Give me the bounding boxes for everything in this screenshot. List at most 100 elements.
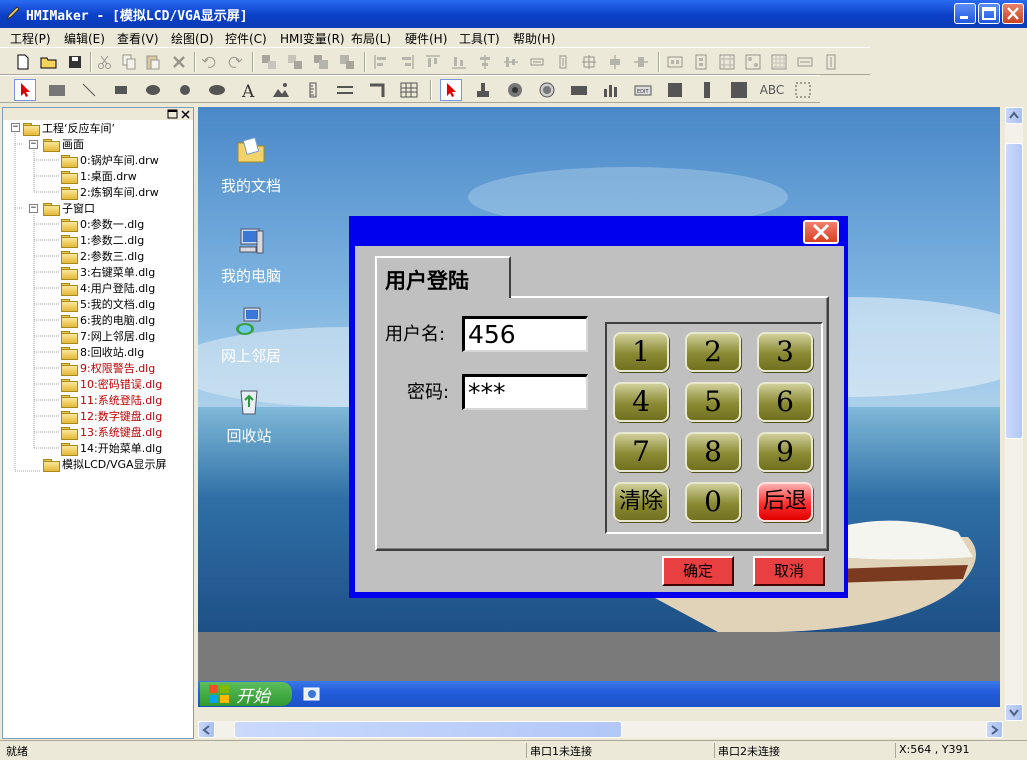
center-both-button[interactable]: [578, 51, 600, 73]
label-tool-button[interactable]: ABC: [758, 79, 786, 101]
menu-view[interactable]: 查看(V): [117, 30, 159, 47]
project-tree-panel[interactable]: − 工程‘反应车间’ − 画面 0:锅炉车间.drw 1:桌面.drw 2:炼钢…: [2, 107, 194, 739]
scroll-right-button[interactable]: [986, 721, 1003, 738]
bring-forward-button[interactable]: [310, 51, 332, 73]
fit-height-button[interactable]: [820, 51, 842, 73]
tree-collapse-root[interactable]: −: [11, 123, 20, 132]
send-back-button[interactable]: [284, 51, 306, 73]
tree-item-dlg[interactable]: 5:我的文档.dlg: [61, 296, 155, 312]
cancel-button[interactable]: 取消: [753, 556, 825, 586]
tree-item-display[interactable]: 模拟LCD/VGA显示屏: [43, 456, 167, 472]
menu-project[interactable]: 工程(P): [10, 30, 51, 47]
bar-tool-button[interactable]: [568, 79, 590, 101]
key-6[interactable]: 6: [757, 382, 813, 422]
tree-item-dlg-highlight[interactable]: 10:密码错误.dlg: [61, 376, 162, 392]
desktop-icon-documents[interactable]: 我的文档: [206, 135, 296, 196]
username-input[interactable]: 456: [462, 316, 588, 352]
menu-controls[interactable]: 控件(C): [225, 30, 267, 47]
vertical-scroll-thumb[interactable]: [1005, 143, 1023, 439]
tree-item-dlg[interactable]: 3:右键菜单.dlg: [61, 264, 155, 280]
key-3[interactable]: 3: [757, 332, 813, 372]
tree-collapse-screens[interactable]: −: [29, 140, 38, 149]
password-input[interactable]: ***: [462, 374, 588, 410]
distribute-button[interactable]: [742, 51, 764, 73]
start-button[interactable]: 开始: [200, 682, 292, 707]
tree-item-screen-1[interactable]: 1:桌面.drw: [61, 168, 137, 184]
key-4[interactable]: 4: [613, 382, 669, 422]
tree-item-dlg[interactable]: 8:回收站.dlg: [61, 344, 144, 360]
desktop-icon-computer[interactable]: 我的电脑: [206, 225, 296, 286]
desktop-icon-network[interactable]: 网上邻居: [206, 305, 296, 366]
title-bar[interactable]: HMIMaker - [模拟LCD/VGA显示屏]: [0, 0, 1027, 28]
key-backspace[interactable]: 后退: [757, 482, 813, 522]
key-2[interactable]: 2: [685, 332, 741, 372]
align-vcenter-button[interactable]: [500, 51, 522, 73]
knob-tool-button[interactable]: [504, 79, 526, 101]
slider-tool-button[interactable]: [696, 79, 718, 101]
key-1[interactable]: 1: [613, 332, 669, 372]
tree-item-dlg-highlight[interactable]: 9:权限警告.dlg: [61, 360, 155, 376]
ok-button[interactable]: 确定: [662, 556, 734, 586]
menu-help[interactable]: 帮助(H): [513, 30, 555, 47]
menu-edit[interactable]: 编辑(E): [64, 30, 105, 47]
same-height-button[interactable]: [552, 51, 574, 73]
paste-button[interactable]: [142, 51, 164, 73]
key-5[interactable]: 5: [685, 382, 741, 422]
center-v-button[interactable]: [630, 51, 652, 73]
dialog-close-button[interactable]: [803, 220, 839, 244]
grid-snap-button[interactable]: [716, 51, 738, 73]
frame-tool-button[interactable]: [728, 79, 750, 101]
key-clear[interactable]: 清除: [613, 482, 669, 522]
menu-hmi-variables[interactable]: HMI变量(R): [280, 30, 345, 47]
tree-item-screens[interactable]: 画面: [43, 136, 84, 152]
cut-button[interactable]: [94, 51, 116, 73]
group-box-tool-button[interactable]: [792, 79, 814, 101]
key-7[interactable]: 7: [613, 432, 669, 472]
save-all-button[interactable]: [64, 51, 86, 73]
tree-collapse-subwindows[interactable]: −: [29, 204, 38, 213]
horizontal-scroll-thumb[interactable]: [234, 721, 622, 738]
ruler-tool-button[interactable]: [302, 79, 324, 101]
scroll-down-button[interactable]: [1005, 704, 1023, 721]
desktop-icon-recycle-bin[interactable]: 回收站: [204, 385, 294, 446]
menu-hardware[interactable]: 硬件(H): [405, 30, 447, 47]
align-bottom-button[interactable]: [448, 51, 470, 73]
tree-item-dlg[interactable]: 7:网上邻居.dlg: [61, 328, 155, 344]
circle-tool-button[interactable]: [174, 79, 196, 101]
bring-front-button[interactable]: [258, 51, 280, 73]
text-tool-button[interactable]: A: [238, 79, 260, 101]
tree-item-dlg[interactable]: 6:我的电脑.dlg: [61, 312, 155, 328]
maximize-button[interactable]: [978, 3, 1000, 24]
push-button-tool[interactable]: [472, 79, 494, 101]
menu-tools[interactable]: 工具(T): [459, 30, 500, 47]
same-width-button[interactable]: [526, 51, 548, 73]
ellipse-tool-button[interactable]: [142, 79, 164, 101]
center-h-button[interactable]: [604, 51, 626, 73]
tree-item-dlg-highlight[interactable]: 13:系统键盘.dlg: [61, 424, 162, 440]
key-0[interactable]: 0: [685, 482, 741, 522]
redo-button[interactable]: [224, 51, 246, 73]
rect-fill-tool-button[interactable]: [46, 79, 68, 101]
tree-item-dlg[interactable]: 4:用户登陆.dlg: [61, 280, 155, 296]
control-select-button[interactable]: [440, 79, 462, 101]
rect-tool-button[interactable]: [110, 79, 132, 101]
tree-item-dlg-highlight[interactable]: 11:系统登陆.dlg: [61, 392, 162, 408]
quick-launch-icon[interactable]: [302, 685, 322, 703]
horizontal-scrollbar[interactable]: [198, 721, 1003, 738]
pipe-tool-button[interactable]: [366, 79, 388, 101]
align-hcenter-button[interactable]: [474, 51, 496, 73]
tree-item-dlg[interactable]: 0:参数一.dlg: [61, 216, 144, 232]
line-tool-button[interactable]: [78, 79, 100, 101]
align-left-button[interactable]: [370, 51, 392, 73]
align-right-button[interactable]: [396, 51, 418, 73]
panel-tool-button[interactable]: [664, 79, 686, 101]
key-8[interactable]: 8: [685, 432, 741, 472]
fit-width-button[interactable]: [794, 51, 816, 73]
tree-item-screen-2[interactable]: 2:炼钢车间.drw: [61, 184, 159, 200]
minimize-button[interactable]: [954, 3, 976, 24]
align-top-button[interactable]: [422, 51, 444, 73]
tree-item-dlg[interactable]: 1:参数二.dlg: [61, 232, 144, 248]
key-9[interactable]: 9: [757, 432, 813, 472]
grid-toggle-button[interactable]: [768, 51, 790, 73]
copy-button[interactable]: [118, 51, 140, 73]
